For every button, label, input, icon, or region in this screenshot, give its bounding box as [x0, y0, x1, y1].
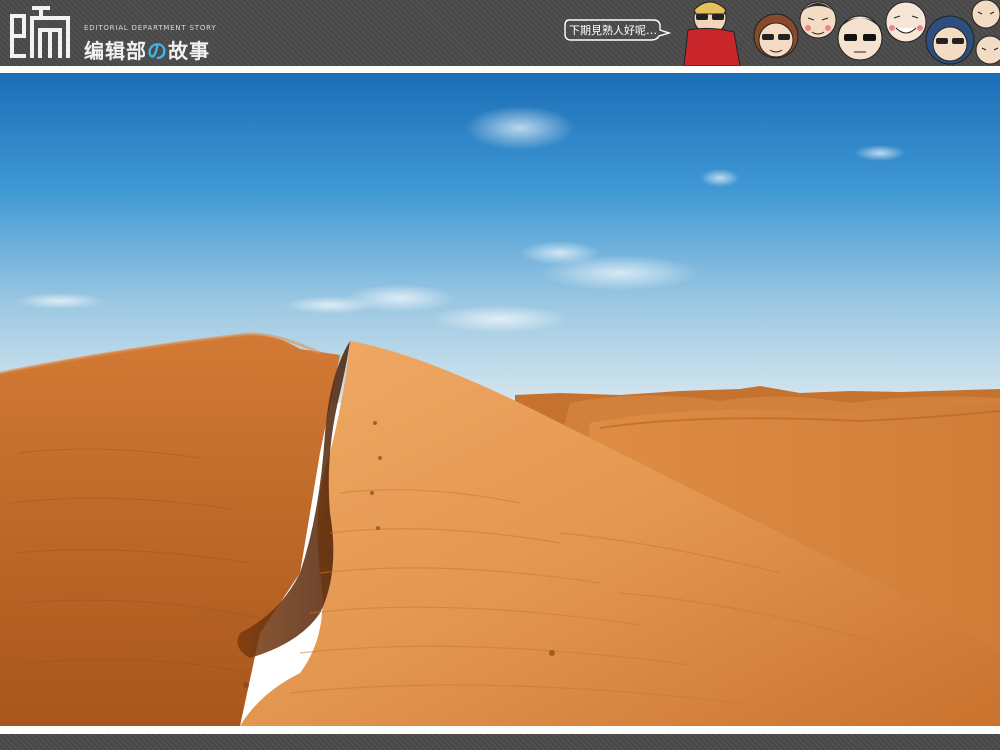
desert-photo-svg: [0, 73, 1000, 726]
site-header: EDITORIAL DEPARTMENT STORY 编辑部の故事 下期見熟人好…: [0, 0, 1000, 66]
face-scarf-icon: [683, 1, 741, 66]
site-footer: [0, 734, 1000, 750]
site-logo[interactable]: EDITORIAL DEPARTMENT STORY 编辑部の故事: [8, 4, 218, 64]
footer-divider: [0, 726, 1000, 734]
logo-title: 编辑部の故事: [84, 35, 210, 64]
character-faces-illustration: [683, 0, 1000, 66]
speech-bubble-text: 下期見熟人好呢…: [569, 24, 657, 37]
logo-title-part1: 编辑部: [84, 39, 147, 63]
desert-dunes-photo: [0, 73, 1000, 726]
logo-title-part2: 故事: [168, 39, 210, 63]
logo-title-no: の: [147, 39, 168, 63]
header-divider: [0, 66, 1000, 73]
editorial-logo-icon: [10, 6, 70, 58]
logo-tagline: EDITORIAL DEPARTMENT STORY: [84, 24, 217, 32]
